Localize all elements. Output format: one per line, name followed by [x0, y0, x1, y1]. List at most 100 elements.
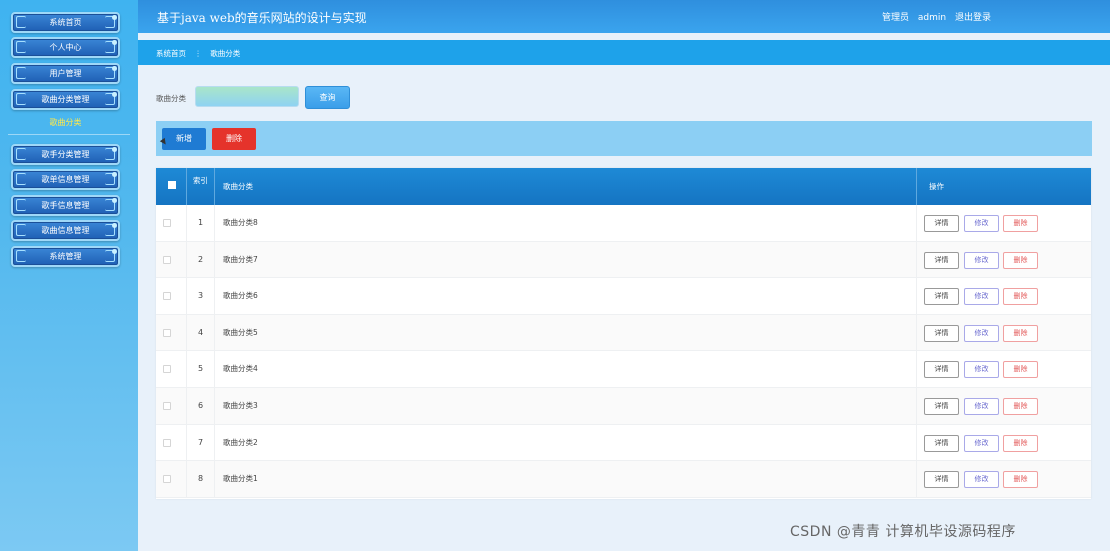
edit-button[interactable]: 修改: [964, 398, 999, 415]
row-actions: 详情 修改 删除: [916, 314, 1091, 351]
menu-dot-icon: [112, 15, 117, 20]
action-toolbar: 新增 删除: [156, 121, 1092, 156]
table-row: 7 歌曲分类2 详情 修改 删除: [156, 424, 1091, 462]
sidebar-item-label: 歌曲分类管理: [41, 95, 90, 104]
menu-dot-icon: [112, 172, 117, 177]
sidebar-divider: [8, 134, 130, 135]
delete-button[interactable]: 删除: [1003, 471, 1038, 489]
row-index: 1: [186, 205, 214, 241]
header-name: 歌曲分类: [214, 168, 916, 205]
row-checkbox[interactable]: [163, 365, 171, 374]
row-checkbox[interactable]: [163, 255, 171, 264]
select-all-checkbox[interactable]: [168, 181, 176, 189]
delete-button[interactable]: 删除: [1003, 215, 1038, 232]
menu-ornament-left: [16, 41, 26, 53]
table-row: 1 歌曲分类8 详情 修改 删除: [156, 205, 1091, 242]
edit-button[interactable]: 修改: [964, 215, 999, 232]
sidebar-item-users[interactable]: 用户管理: [11, 63, 120, 84]
row-actions: 详情 修改 删除: [916, 278, 1091, 314]
sidebar-item-playlist-mgmt[interactable]: 歌单信息管理: [11, 169, 120, 190]
sidebar-item-label: 歌单信息管理: [41, 175, 90, 184]
sidebar-item-song-category-mgmt[interactable]: 歌曲分类管理: [11, 89, 120, 110]
sidebar-subitem-song-category[interactable]: 歌曲分类: [11, 115, 120, 131]
detail-button[interactable]: 详情: [924, 215, 959, 232]
row-checkbox[interactable]: [163, 328, 171, 337]
menu-dot-icon: [112, 249, 117, 254]
row-category-name: 歌曲分类4: [214, 351, 916, 387]
delete-button[interactable]: 删除: [1003, 434, 1038, 452]
header-checkbox-cell: [156, 168, 186, 205]
detail-button[interactable]: 详情: [924, 324, 959, 342]
detail-button[interactable]: 详情: [924, 398, 959, 415]
menu-dot-icon: [112, 92, 117, 97]
row-checkbox[interactable]: [163, 292, 171, 301]
sidebar-subitem-label: 歌曲分类: [49, 118, 82, 127]
detail-button[interactable]: 详情: [924, 288, 959, 306]
edit-button[interactable]: 修改: [964, 251, 999, 269]
row-index: 8: [186, 461, 214, 497]
menu-ornament-left: [16, 16, 26, 28]
table-header: 索引 歌曲分类 操作: [156, 168, 1091, 205]
batch-delete-button[interactable]: 删除: [212, 128, 256, 150]
sidebar-item-home[interactable]: 系统首页: [11, 12, 120, 33]
sidebar-item-profile[interactable]: 个人中心: [11, 37, 120, 58]
watermark: CSDN @青青 计算机毕设源码程序: [790, 524, 1016, 540]
row-index: 3: [186, 278, 214, 314]
delete-button[interactable]: 删除: [1003, 361, 1038, 379]
edit-button[interactable]: 修改: [964, 361, 999, 379]
sidebar-item-system-mgmt[interactable]: 系统管理: [11, 246, 120, 267]
edit-button[interactable]: 修改: [964, 434, 999, 452]
sidebar-item-label: 用户管理: [49, 69, 82, 78]
delete-button[interactable]: 删除: [1003, 288, 1038, 306]
row-actions: 详情 修改 删除: [916, 241, 1091, 278]
row-category-name: 歌曲分类3: [214, 388, 916, 424]
search-label: 歌曲分类: [156, 94, 186, 103]
breadcrumb-current: 歌曲分类: [210, 49, 241, 58]
row-checkbox[interactable]: [163, 475, 171, 484]
row-checkbox[interactable]: [163, 219, 171, 227]
menu-ornament-left: [16, 224, 26, 236]
row-category-name: 歌曲分类1: [214, 461, 916, 497]
header-ops: 操作: [916, 168, 1091, 205]
sidebar-item-song-info-mgmt[interactable]: 歌曲信息管理: [11, 220, 120, 241]
sidebar-item-label: 个人中心: [49, 43, 82, 52]
detail-button[interactable]: 详情: [924, 434, 959, 452]
row-category-name: 歌曲分类8: [214, 205, 916, 241]
row-actions: 详情 修改 删除: [916, 424, 1091, 461]
sidebar: 系统首页 个人中心 用户管理 歌曲分类管理 歌曲分类 歌手分类管理 歌单信息管理: [0, 0, 138, 551]
query-button[interactable]: 查询: [305, 86, 350, 109]
row-checkbox[interactable]: [163, 402, 171, 410]
row-category-name: 歌曲分类7: [214, 241, 916, 278]
menu-ornament-left: [16, 93, 26, 105]
sidebar-item-singer-category-mgmt[interactable]: 歌手分类管理: [11, 144, 120, 165]
menu-ornament-left: [16, 148, 26, 160]
site-title: 基于java web的音乐网站的设计与实现: [157, 11, 367, 25]
sidebar-item-label: 歌手信息管理: [41, 201, 90, 210]
sidebar-item-singer-info-mgmt[interactable]: 歌手信息管理: [11, 195, 120, 216]
user-name: admin: [917, 13, 947, 23]
add-button[interactable]: 新增: [162, 128, 206, 150]
detail-button[interactable]: 详情: [924, 361, 959, 379]
logout-link[interactable]: 退出登录: [955, 13, 991, 23]
edit-button[interactable]: 修改: [964, 471, 999, 489]
delete-button[interactable]: 删除: [1003, 251, 1038, 269]
menu-ornament-left: [16, 173, 26, 185]
row-actions: 详情 修改 删除: [916, 351, 1091, 387]
menu-dot-icon: [112, 147, 117, 152]
edit-button[interactable]: 修改: [964, 288, 999, 306]
delete-button[interactable]: 删除: [1003, 324, 1038, 342]
row-index: 4: [186, 314, 214, 351]
row-actions: 详情 修改 删除: [916, 388, 1091, 424]
menu-dot-icon: [112, 40, 117, 45]
menu-ornament-left: [16, 250, 26, 262]
detail-button[interactable]: 详情: [924, 471, 959, 489]
menu-dot-icon: [112, 198, 117, 203]
search-input[interactable]: [195, 86, 299, 107]
edit-button[interactable]: 修改: [964, 324, 999, 342]
row-checkbox[interactable]: [163, 438, 171, 447]
delete-button[interactable]: 删除: [1003, 398, 1038, 415]
detail-button[interactable]: 详情: [924, 251, 959, 269]
header-user-area: 管理员 admin 退出登录: [882, 10, 991, 23]
breadcrumb-home[interactable]: 系统首页: [156, 49, 186, 58]
sidebar-item-label: 系统管理: [49, 252, 82, 261]
